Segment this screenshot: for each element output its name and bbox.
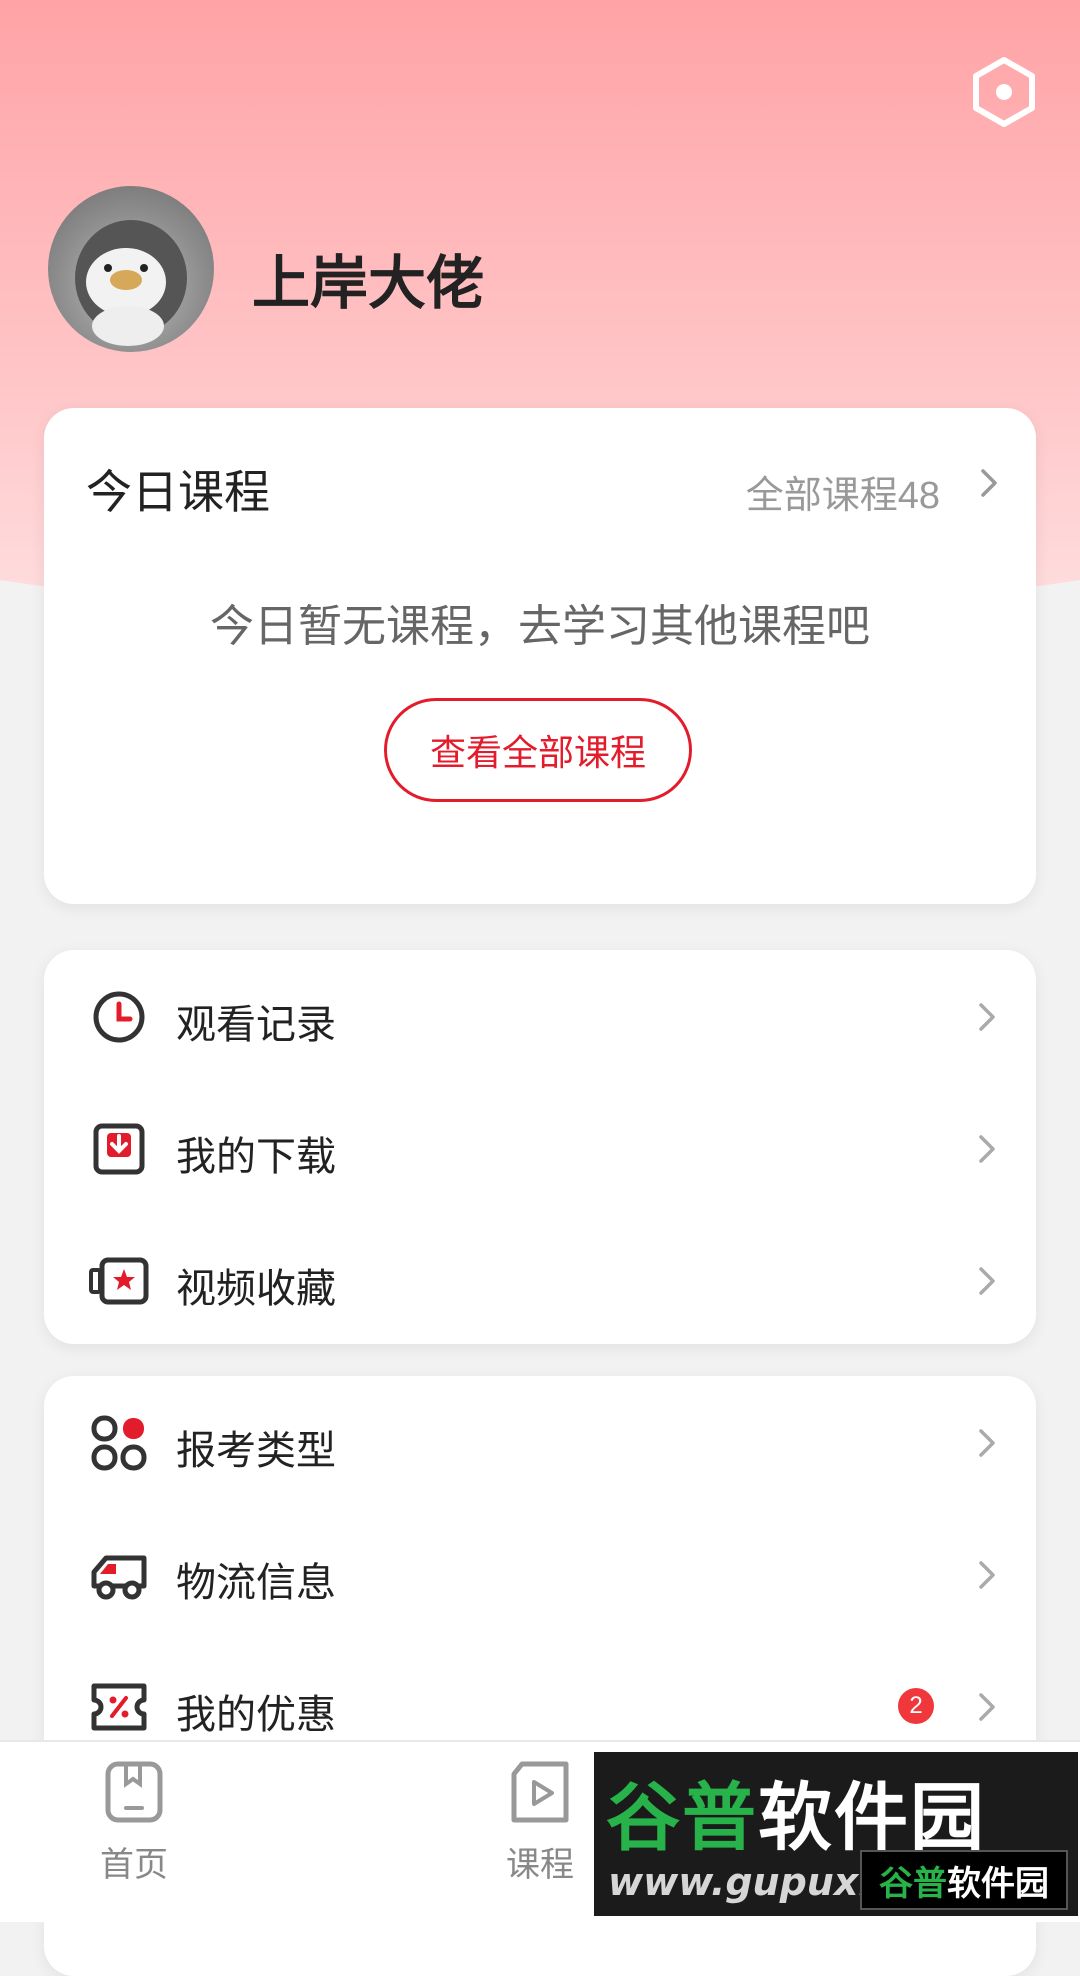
menu-item-label: 报考类型 [176, 1429, 336, 1473]
menu-item-downloads[interactable]: 我的下载 [44, 1082, 1036, 1214]
star-video-icon [89, 1257, 149, 1305]
today-course-card: 今日课程 全部课程48 今日暂无课程，去学习其他课程吧 查看全部课程 [44, 408, 1036, 904]
clock-icon [93, 991, 145, 1043]
watermark-title: 谷普软件园 [606, 1758, 986, 1865]
menu-item-label: 物流信息 [176, 1561, 336, 1605]
home-book-icon [105, 1761, 163, 1823]
tab-label: 首页 [100, 1846, 168, 1884]
chevron-right-icon [979, 1267, 995, 1295]
coupon-icon [91, 1683, 147, 1731]
course-play-icon [511, 1761, 569, 1823]
today-course-title: 今日课程 [86, 466, 270, 518]
tab-home[interactable]: 首页 [54, 1760, 214, 1886]
penguin-avatar-icon [75, 220, 187, 346]
chevron-right-icon [979, 1693, 995, 1721]
truck-icon [91, 1555, 147, 1600]
watermark-title-white: 软件园 [758, 1775, 986, 1861]
chevron-right-icon [979, 1135, 995, 1163]
watermark-badge-green: 谷普 [879, 1863, 947, 1904]
watermark-badge: 谷普 软件园 [860, 1850, 1068, 1910]
grid-icon [91, 1415, 147, 1471]
download-icon [93, 1123, 145, 1175]
menu-group-1: 观看记录 我的下载 视频收藏 [44, 950, 1036, 1344]
menu-item-logistics[interactable]: 物流信息 [44, 1508, 1036, 1640]
menu-item-label: 观看记录 [176, 1003, 336, 1047]
all-courses-link[interactable]: 全部课程48 [746, 464, 940, 519]
coupon-count-badge: 2 [898, 1688, 934, 1724]
menu-item-exam-type[interactable]: 报考类型 [44, 1376, 1036, 1508]
menu-item-label: 我的下载 [176, 1135, 336, 1179]
watermark-overlay: 谷普软件园 www.gupuxiazai.com 谷普 软件园 [594, 1752, 1078, 1916]
menu-item-label: 视频收藏 [176, 1267, 336, 1311]
watermark-title-green: 谷普 [606, 1775, 758, 1861]
empty-course-message: 今日暂无课程，去学习其他课程吧 [210, 602, 870, 651]
chevron-right-icon [979, 1561, 995, 1589]
username: 上岸大佬 [252, 251, 485, 316]
chevron-right-icon [979, 1003, 995, 1031]
view-all-courses-button[interactable]: 查看全部课程 [384, 698, 692, 802]
menu-item-watch-history[interactable]: 观看记录 [44, 950, 1036, 1082]
menu-item-label: 我的优惠 [176, 1693, 336, 1737]
settings-icon[interactable] [968, 56, 1040, 128]
menu-item-video-favorites[interactable]: 视频收藏 [44, 1214, 1036, 1346]
chevron-right-icon[interactable] [972, 466, 1006, 500]
chevron-right-icon [979, 1429, 995, 1457]
watermark-badge-white: 软件园 [947, 1863, 1049, 1904]
avatar[interactable] [48, 186, 214, 352]
